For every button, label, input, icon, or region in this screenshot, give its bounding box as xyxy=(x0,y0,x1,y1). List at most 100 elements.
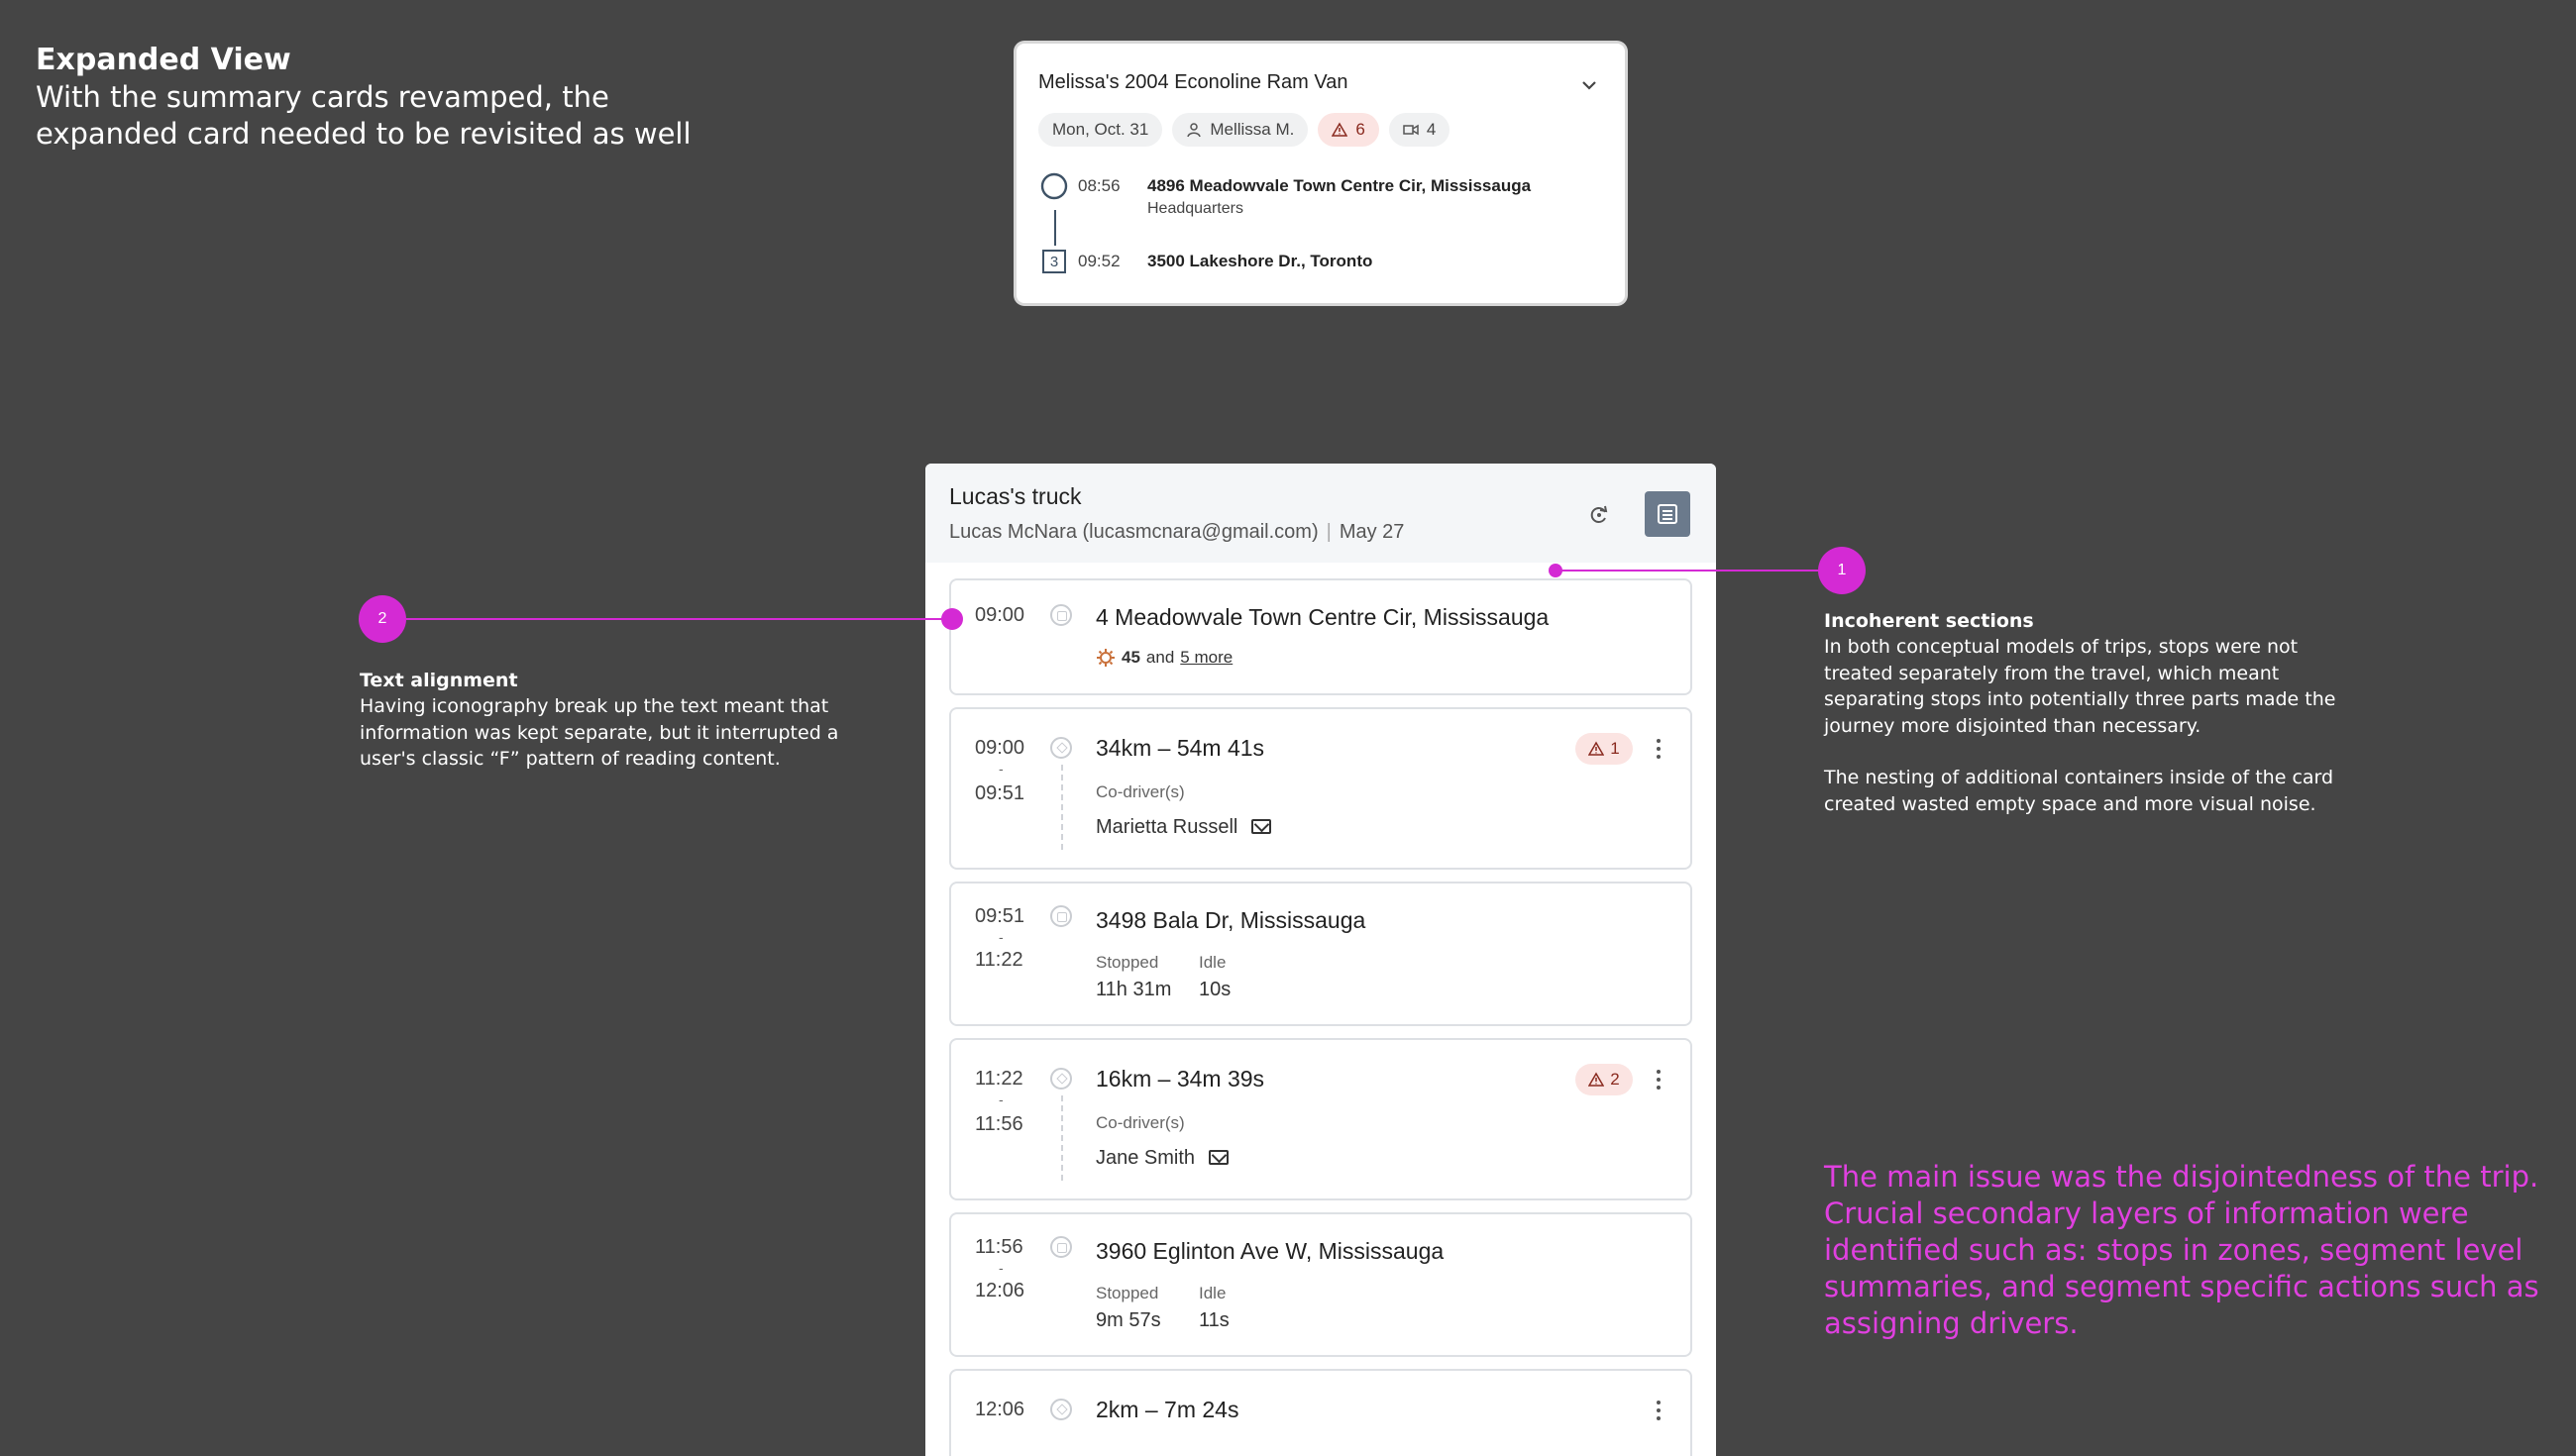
stop-icon xyxy=(1050,905,1072,927)
route-connector xyxy=(1054,210,1056,246)
camera-icon xyxy=(1403,124,1419,136)
route-dashed-line xyxy=(1061,765,1063,850)
end-time: 09:51 xyxy=(975,782,1025,804)
stop-segment[interactable]: 09:51 - 11:22 3498 Bala Dr, Mississauga … xyxy=(949,882,1692,1026)
section-title: Expanded View xyxy=(36,43,291,77)
time-dash: - xyxy=(999,1260,1004,1276)
end-time: 11:56 xyxy=(975,1113,1023,1135)
section-subtitle: With the summary cards revamped, the exp… xyxy=(36,80,692,151)
stopped-label: Stopped xyxy=(1096,1284,1159,1302)
chevron-down-icon[interactable] xyxy=(1579,75,1599,95)
codriver-row: Jane Smith xyxy=(1096,1147,1230,1170)
summary-stop-row: 08:56 4896 Meadowvale Town Centre Cir, M… xyxy=(1040,172,1531,218)
stop-number-marker: 3 xyxy=(1042,250,1066,273)
refresh-button[interactable] xyxy=(1579,495,1619,535)
callout-2-anchor xyxy=(941,608,963,630)
zone-count: 45 xyxy=(1122,648,1140,667)
trip-date: May 27 xyxy=(1339,521,1405,543)
start-time: 11:22 xyxy=(975,1068,1023,1090)
zone-icon xyxy=(1097,649,1115,667)
stopped-label: Stopped xyxy=(1096,953,1159,972)
driver-name: Lucas McNara (lucasmcnara@gmail.com) xyxy=(949,521,1319,543)
time-dash: - xyxy=(999,761,1004,777)
summary-stop-row: 3 09:52 3500 Lakeshore Dr., Toronto xyxy=(1040,248,1372,273)
callout-2-title: Text alignment xyxy=(360,670,518,691)
cameras-chip: 4 xyxy=(1388,113,1450,147)
route-dashed-line xyxy=(1061,1095,1063,1181)
trip-segment[interactable]: 09:00 - 09:51 34km – 54m 41s 1 Co-driver… xyxy=(949,707,1692,870)
more-options-icon[interactable] xyxy=(1647,1068,1670,1092)
codriver-label: Co-driver(s) xyxy=(1096,782,1185,801)
callout-1-marker: 1 xyxy=(1818,547,1866,594)
codriver-name: Jane Smith xyxy=(1096,1147,1196,1169)
list-icon xyxy=(1658,504,1677,524)
codriver-label: Co-driver(s) xyxy=(1096,1113,1185,1132)
start-circle-icon xyxy=(1040,172,1068,200)
stop-icon xyxy=(1050,1236,1072,1258)
navigation-icon xyxy=(1050,1399,1072,1420)
email-icon[interactable] xyxy=(1251,819,1272,834)
callout-1-text-2: The nesting of additional containers ins… xyxy=(1824,767,2334,815)
trip-summary: 2km – 7m 24s xyxy=(1096,1397,1239,1422)
more-options-icon[interactable] xyxy=(1647,737,1670,761)
warning-icon xyxy=(1332,122,1348,137)
stopped-value: 9m 57s xyxy=(1096,1309,1161,1331)
time-dash: - xyxy=(999,929,1004,945)
zone-and: and xyxy=(1145,648,1175,667)
stop-address: 3500 Lakeshore Dr., Toronto xyxy=(1147,252,1373,270)
stop-time: 09:52 xyxy=(1078,252,1121,270)
more-options-icon[interactable] xyxy=(1647,1399,1670,1422)
codriver-name: Marietta Russell xyxy=(1096,816,1238,838)
idle-value: 10s xyxy=(1199,979,1232,1000)
idle-value: 11s xyxy=(1199,1309,1230,1331)
codriver-row: Marietta Russell xyxy=(1096,816,1272,839)
trip-summary: 34km – 54m 41s xyxy=(1096,735,1265,761)
callout-2-marker: 2 xyxy=(359,595,406,643)
more-zones-link[interactable]: 5 more xyxy=(1180,648,1233,668)
trip-segment[interactable]: 11:22 - 11:56 16km – 34m 39s 2 Co-driver… xyxy=(949,1038,1692,1200)
start-time: 09:51 xyxy=(975,905,1025,927)
callout-1-line xyxy=(1556,570,1823,572)
start-time: 12:06 xyxy=(975,1399,1025,1420)
trip-summary: 16km – 34m 39s xyxy=(1096,1066,1265,1092)
vehicle-title: Lucas's truck xyxy=(949,483,1082,509)
expanded-card: Lucas's truck Lucas McNara (lucasmcnara@… xyxy=(925,464,1716,1456)
details-button[interactable] xyxy=(1645,491,1690,537)
stop-address: 4896 Meadowvale Town Centre Cir, Mississ… xyxy=(1147,176,1532,195)
alerts-badge[interactable]: 2 xyxy=(1575,1064,1633,1095)
idle-label: Idle xyxy=(1199,953,1227,972)
end-time: 11:22 xyxy=(975,949,1023,971)
callout-2-text: Having iconography break up the text mea… xyxy=(360,695,839,770)
warning-icon xyxy=(1588,741,1605,756)
callout-1-text: In both conceptual models of trips, stop… xyxy=(1824,636,2336,737)
section-header: Expanded View With the summary cards rev… xyxy=(36,42,749,153)
warning-icon xyxy=(1588,1072,1605,1087)
stop-segment[interactable]: 09:00 4 Meadowvale Town Centre Cir, Miss… xyxy=(949,578,1692,695)
warnings-chip: 6 xyxy=(1318,113,1379,147)
end-time: 12:06 xyxy=(975,1280,1025,1301)
alerts-badge[interactable]: 1 xyxy=(1575,733,1633,765)
divider: | xyxy=(1326,521,1332,543)
driver-info: Lucas McNara (lucasmcnara@gmail.com) | May… xyxy=(949,521,1404,544)
navigation-icon xyxy=(1050,1068,1072,1090)
driver-icon xyxy=(1187,123,1202,138)
stop-time: 08:56 xyxy=(1078,176,1121,195)
email-icon[interactable] xyxy=(1209,1150,1230,1165)
zone-info: 45 and 5 more xyxy=(1096,648,1233,668)
stop-address: 3498 Bala Dr, Mississauga xyxy=(1096,907,1366,933)
callout-2-line xyxy=(406,618,953,620)
navigation-icon xyxy=(1050,737,1072,759)
summary-card[interactable]: Melissa's 2004 Econoline Ram Van Mon, Oc… xyxy=(1017,44,1625,303)
start-time: 09:00 xyxy=(975,737,1025,759)
start-time: 11:56 xyxy=(975,1236,1023,1258)
stop-segment[interactable]: 11:56 - 12:06 3960 Eglinton Ave W, Missi… xyxy=(949,1212,1692,1357)
driver-chip: Mellissa M. xyxy=(1172,113,1309,147)
stopped-value: 11h 31m xyxy=(1096,979,1172,1000)
callout-2-note: Text alignment Having iconography break … xyxy=(360,668,875,773)
refresh-icon xyxy=(1590,505,1608,523)
stop-label: Headquarters xyxy=(1147,200,1243,217)
trip-segment[interactable]: 12:06 2km – 7m 24s xyxy=(949,1369,1692,1456)
idle-label: Idle xyxy=(1199,1284,1227,1302)
stop-address: 3960 Eglinton Ave W, Mississauga xyxy=(1096,1238,1445,1264)
expanded-card-header: Lucas's truck Lucas McNara (lucasmcnara@… xyxy=(925,464,1716,563)
